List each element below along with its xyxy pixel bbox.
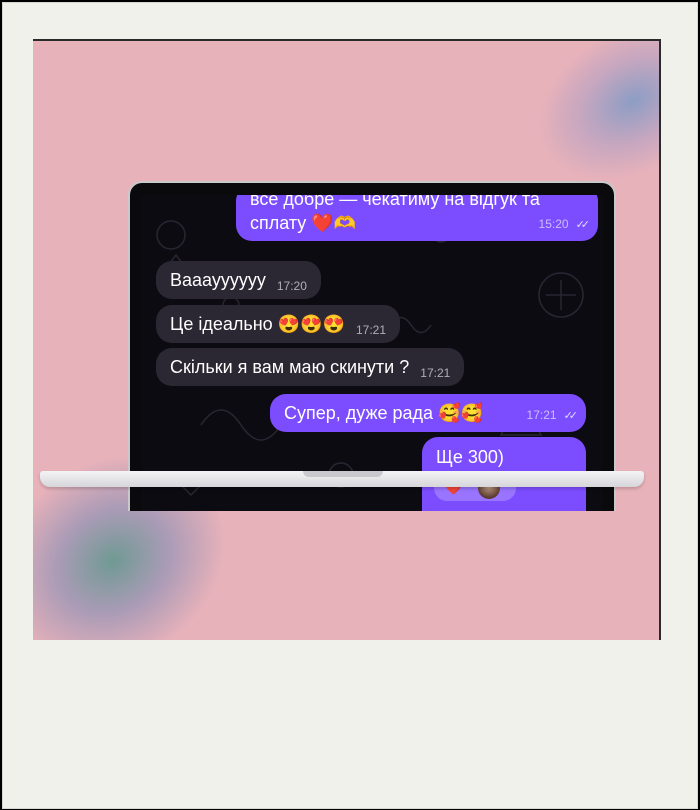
message-timestamp: 17:21	[420, 366, 451, 380]
message-bubble-outgoing[interactable]: Супер, дуже рада 🥰🥰 17:21 ✓✓	[270, 394, 586, 432]
message-bubble-incoming[interactable]: Вааауууууу 17:20	[156, 261, 321, 299]
laptop-notch	[303, 471, 383, 477]
smiling-hearts-emoji: 🥰🥰	[438, 403, 483, 423]
chat-window[interactable]: все добре — чекатиму на відгук та сплату…	[141, 195, 603, 511]
message-text: Вааауууууу	[170, 270, 266, 290]
heart-eyes-emoji: 😍😍😍	[277, 314, 345, 334]
message-bubble-incoming[interactable]: Скільки я вам маю скинути ? 17:21	[156, 348, 465, 386]
heart-hands-emoji: ❤️🫶	[311, 213, 357, 233]
message-bubble-incoming[interactable]: Це ідеально 😍😍😍 17:21	[156, 305, 400, 343]
message-text: Скільки я вам маю скинути ?	[170, 357, 410, 377]
message-text: Це ідеально	[170, 314, 273, 334]
message-text: Супер, дуже рада	[284, 403, 434, 423]
photo: все добре — чекатиму на відгук та сплату…	[33, 39, 661, 640]
message-timestamp: 17:20	[276, 279, 307, 293]
read-receipt-icon: ✓✓	[563, 410, 579, 422]
message-timestamp: 15:20	[538, 217, 569, 231]
message-text: сплату	[250, 213, 307, 233]
laptop-base	[40, 471, 644, 487]
laptop-screen: все добре — чекатиму на відгук та сплату…	[128, 181, 616, 511]
message-timestamp: 17:21	[526, 408, 557, 422]
message-text: Ще 300)	[436, 447, 504, 467]
message-timestamp: 17:21	[355, 323, 386, 337]
polaroid-frame: все добре — чекатиму на відгук та сплату…	[2, 2, 698, 809]
read-receipt-icon: ✓✓	[575, 219, 591, 231]
message-bubble-outgoing[interactable]: все добре — чекатиму на відгук та сплату…	[236, 195, 598, 241]
